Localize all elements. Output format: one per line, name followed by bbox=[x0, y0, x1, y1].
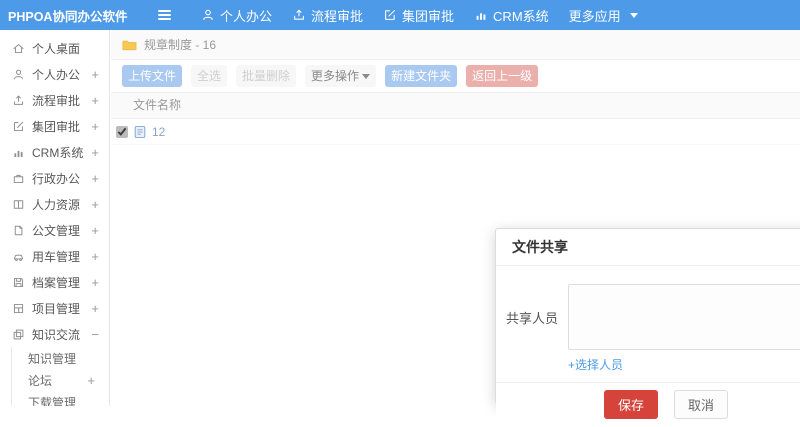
top-navigation: 个人办公 流程审批 集团审批 CRM系统 更多应用 bbox=[181, 6, 638, 25]
sidebar-subitem-knowledge-mgmt[interactable]: 知识管理 bbox=[12, 347, 109, 369]
edit-icon bbox=[13, 121, 24, 131]
topnav-group-approval[interactable]: 集团审批 bbox=[383, 6, 454, 25]
collapse-minus[interactable]: − bbox=[91, 327, 99, 342]
sidebar-item-archive-mgmt[interactable]: 档案管理 + bbox=[0, 269, 109, 295]
topnav-more-apps[interactable]: 更多应用 bbox=[569, 6, 638, 25]
sidebar-item-group-approval[interactable]: 集团审批 + bbox=[0, 113, 109, 139]
row-checkbox[interactable] bbox=[116, 125, 128, 138]
breadcrumb: 规章制度 - 16 bbox=[111, 30, 800, 60]
upload-flow-icon bbox=[294, 9, 304, 20]
expand-plus[interactable]: + bbox=[91, 67, 99, 82]
expand-plus[interactable]: + bbox=[91, 197, 99, 212]
sidebar-item-document-mgmt[interactable]: 公文管理 + bbox=[0, 217, 109, 243]
go-back-button[interactable]: 返回上一级 bbox=[466, 65, 539, 87]
folder-icon bbox=[122, 40, 137, 51]
save-button[interactable]: 保存 bbox=[603, 390, 658, 419]
sidebar-item-vehicle-mgmt[interactable]: 用车管理 + bbox=[0, 243, 109, 269]
caret-down-icon bbox=[362, 73, 371, 79]
share-members-label: 共享人员 bbox=[505, 310, 558, 326]
knowledge-exchange-submenu: 知识管理 论坛 + 下载管理 bbox=[11, 347, 109, 406]
expand-plus[interactable]: + bbox=[91, 93, 99, 108]
bar-chart-icon bbox=[14, 150, 23, 157]
expand-plus[interactable]: + bbox=[91, 171, 99, 186]
sidebar-subitem-download-mgmt[interactable]: 下载管理 bbox=[12, 391, 109, 407]
topnav-personal-office[interactable]: 个人办公 bbox=[201, 6, 272, 25]
copy-pages-icon bbox=[13, 329, 24, 339]
menu-toggle-icon[interactable] bbox=[158, 10, 171, 20]
home-icon bbox=[13, 43, 24, 53]
more-actions-button[interactable]: 更多操作 bbox=[305, 65, 377, 87]
sidebar-item-knowledge-exchange[interactable]: 知识交流 − bbox=[0, 321, 109, 347]
user-icon bbox=[203, 9, 213, 21]
select-all-button[interactable]: 全选 bbox=[191, 65, 228, 87]
sidebar: 个人桌面 个人办公 + 流程审批 + 集团审批 + CRM系统 + 行政办公 +… bbox=[0, 30, 110, 406]
sidebar-item-admin-office[interactable]: 行政办公 + bbox=[0, 165, 109, 191]
user-icon bbox=[14, 69, 23, 79]
document-icon bbox=[14, 225, 23, 235]
expand-plus[interactable]: + bbox=[91, 275, 99, 290]
sidebar-item-personal-desktop[interactable]: 个人桌面 bbox=[0, 35, 109, 61]
upload-file-button[interactable]: 上传文件 bbox=[122, 65, 183, 87]
modal-footer: 保存 取消 bbox=[496, 382, 800, 427]
app-logo: PHPOA协同办公软件 bbox=[8, 9, 128, 24]
car-icon bbox=[13, 254, 24, 261]
sidebar-item-project-mgmt[interactable]: 项目管理 + bbox=[0, 295, 109, 321]
file-row[interactable]: 12 bbox=[111, 119, 800, 145]
briefcase-icon bbox=[13, 174, 24, 183]
save-disk-icon bbox=[13, 277, 24, 287]
share-members-textarea[interactable] bbox=[568, 284, 800, 350]
bar-chart-icon bbox=[476, 13, 486, 20]
edit-icon bbox=[385, 9, 396, 20]
sidebar-item-hr[interactable]: 人力资源 + bbox=[0, 191, 109, 217]
file-name-link[interactable]: 12 bbox=[152, 125, 165, 139]
expand-plus[interactable]: + bbox=[91, 301, 99, 316]
batch-delete-button[interactable]: 批量删除 bbox=[236, 65, 297, 87]
topnav-crm[interactable]: CRM系统 bbox=[474, 6, 549, 25]
modal-body: 共享人员 +选择人员 bbox=[496, 266, 800, 374]
book-icon bbox=[13, 199, 24, 209]
expand-plus[interactable]: + bbox=[87, 373, 95, 388]
expand-plus[interactable]: + bbox=[91, 249, 99, 264]
caret-down-icon bbox=[629, 12, 638, 18]
sidebar-item-personal-office[interactable]: 个人办公 + bbox=[0, 61, 109, 87]
sidebar-item-workflow-approval[interactable]: 流程审批 + bbox=[0, 87, 109, 113]
layout-grid-icon bbox=[13, 303, 24, 313]
sidebar-item-crm[interactable]: CRM系统 + bbox=[0, 139, 109, 165]
topnav-workflow-approval[interactable]: 流程审批 bbox=[292, 6, 363, 25]
doc-file-icon bbox=[134, 125, 146, 138]
expand-plus[interactable]: + bbox=[91, 119, 99, 134]
topbar: PHPOA协同办公软件 个人办公 流程审批 集团审批 CRM系统 更多应用 bbox=[0, 0, 800, 30]
toolbar: 上传文件 全选 批量删除 更多操作 新建文件夹 返回上一级 bbox=[111, 60, 800, 92]
expand-plus[interactable]: + bbox=[91, 223, 99, 238]
breadcrumb-label: 规章制度 - 16 bbox=[144, 38, 217, 52]
file-table-header: 文件名称 bbox=[111, 92, 800, 119]
upload-flow-icon bbox=[13, 95, 24, 105]
new-folder-button[interactable]: 新建文件夹 bbox=[385, 65, 458, 87]
file-share-modal: 文件共享 共享人员 +选择人员 保存 取消 bbox=[495, 228, 800, 427]
sidebar-subitem-forum[interactable]: 论坛 + bbox=[12, 369, 109, 391]
modal-title: 文件共享 bbox=[496, 229, 800, 266]
expand-plus[interactable]: + bbox=[91, 145, 99, 160]
select-members-link[interactable]: +选择人员 bbox=[568, 356, 623, 373]
cancel-button[interactable]: 取消 bbox=[674, 390, 729, 419]
